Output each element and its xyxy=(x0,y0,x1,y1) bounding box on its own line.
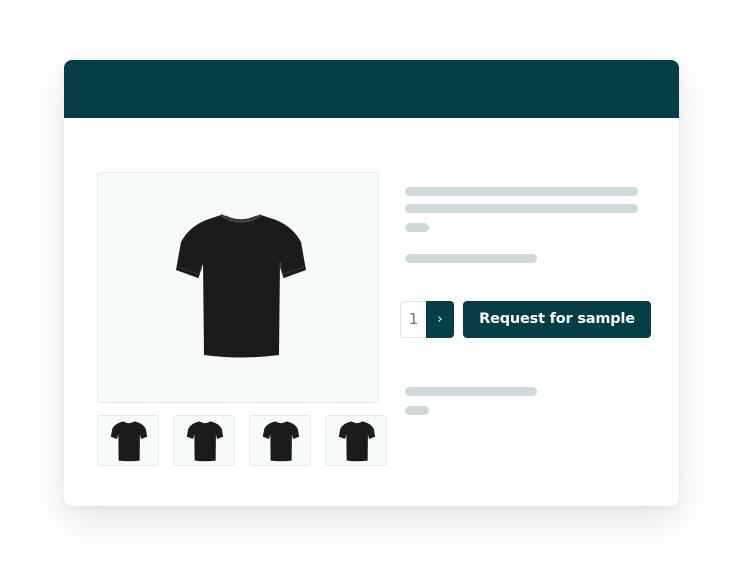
thumbnail-4[interactable] xyxy=(325,415,387,466)
quantity-stepper[interactable]: 1 › xyxy=(400,301,454,338)
black-tshirt-icon xyxy=(176,213,306,358)
description-placeholder-line-1 xyxy=(405,387,537,396)
title-placeholder-line-1 xyxy=(405,187,638,196)
tshirt-thumbnail-icon xyxy=(262,421,300,462)
product-page-mockup: 1 › Request for sample xyxy=(0,0,743,575)
thumbnail-3[interactable] xyxy=(249,415,311,466)
header-bar xyxy=(64,60,679,118)
tshirt-thumbnail-icon xyxy=(338,421,376,462)
tshirt-thumbnail-icon xyxy=(186,421,224,462)
chevron-right-icon: › xyxy=(437,312,443,327)
thumbnail-2[interactable] xyxy=(173,415,235,466)
quantity-value[interactable]: 1 xyxy=(400,301,426,338)
main-product-image[interactable] xyxy=(97,172,379,403)
product-card: 1 › Request for sample xyxy=(64,60,679,506)
quantity-next-button[interactable]: › xyxy=(426,301,454,338)
title-placeholder-line-2 xyxy=(405,204,638,213)
description-placeholder-line-2 xyxy=(405,406,429,415)
thumbnail-1[interactable] xyxy=(97,415,159,466)
price-placeholder xyxy=(405,254,537,263)
tshirt-thumbnail-icon xyxy=(110,421,148,462)
request-sample-button[interactable]: Request for sample xyxy=(463,301,651,338)
title-placeholder-line-3 xyxy=(405,223,429,232)
